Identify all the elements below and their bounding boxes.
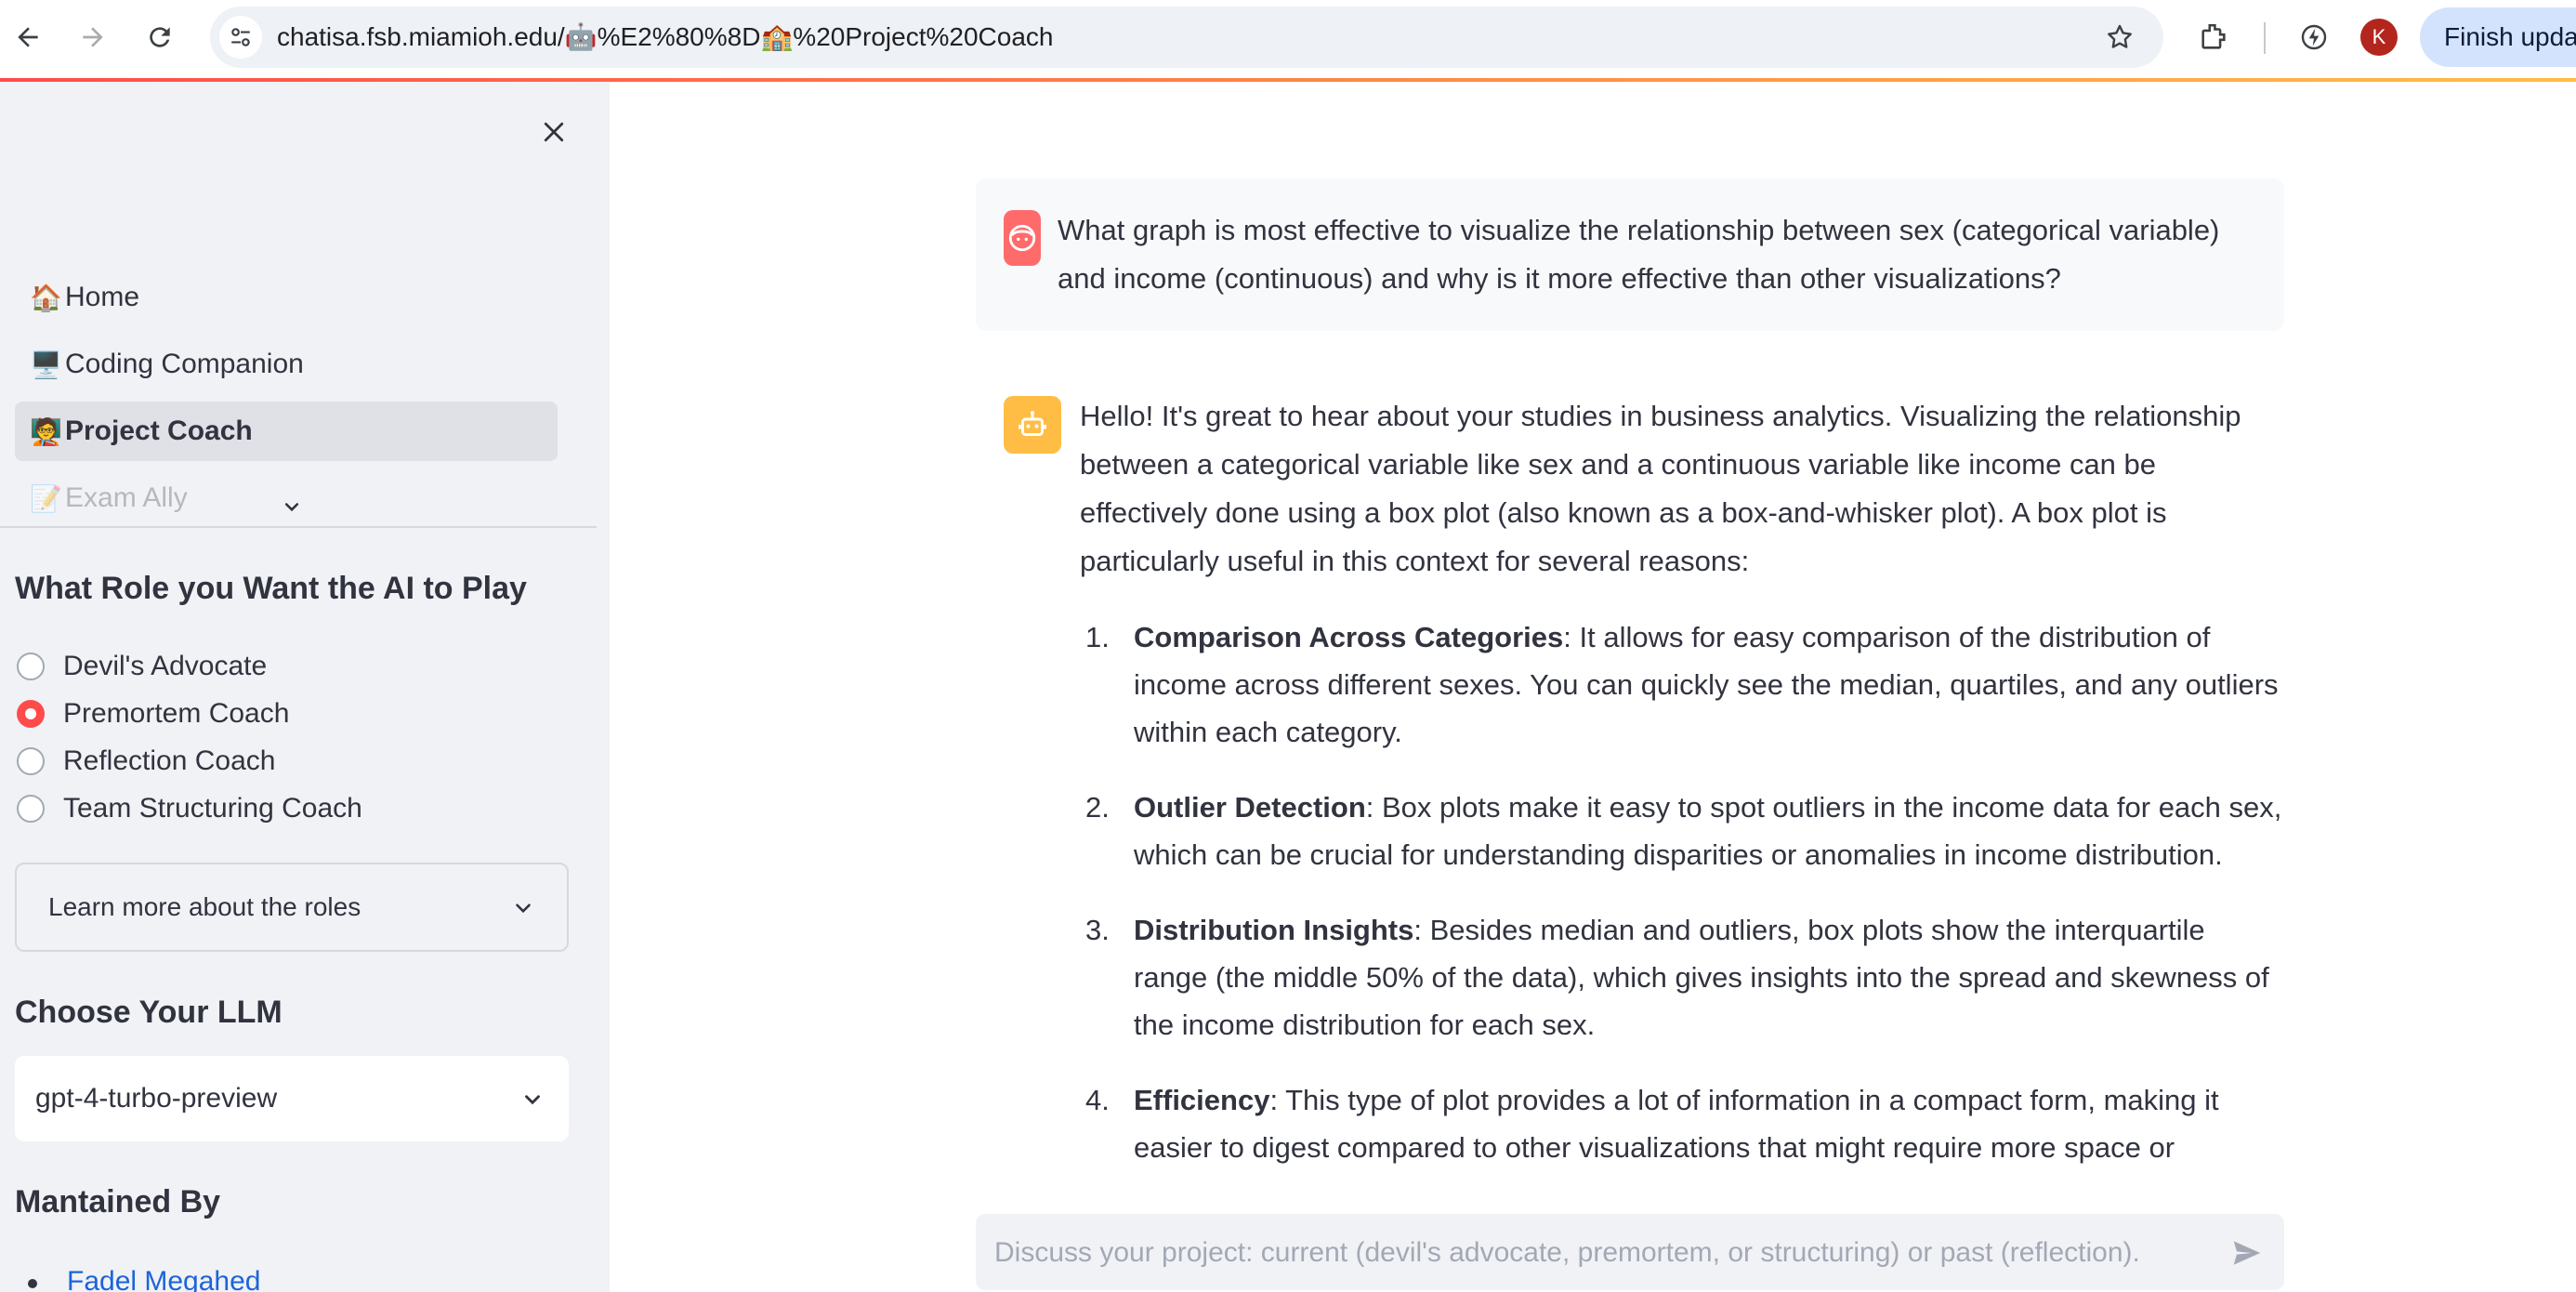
site-info-icon[interactable]	[219, 16, 262, 59]
radio-button[interactable]	[17, 795, 45, 823]
back-icon[interactable]	[2, 11, 54, 63]
computer-icon: 🖥️	[30, 349, 62, 379]
radio-button[interactable]	[17, 747, 45, 775]
chevron-down-icon	[511, 896, 535, 920]
list-number: 2.	[1085, 791, 1110, 824]
chat-input-box[interactable]	[976, 1214, 2284, 1292]
sidebar-item-label: Exam Ally	[65, 482, 188, 513]
address-bar[interactable]: chatisa.fsb.miamioh.edu/🤖%E2%80%8D🏫%20Pr…	[210, 7, 2163, 68]
sidebar-item-label: Project Coach	[65, 415, 253, 446]
expander-label: Learn more about the roles	[48, 892, 361, 921]
maintained-heading: Mantained By	[15, 1184, 221, 1219]
performance-icon[interactable]	[2290, 13, 2338, 61]
chat-input[interactable]	[992, 1214, 2204, 1292]
user-message-text: What graph is most effective to visualiz…	[1058, 214, 2220, 295]
radio-reflection-coach[interactable]: Reflection Coach	[17, 740, 275, 783]
sidebar-item-home[interactable]: 🏠 Home	[15, 268, 558, 327]
sidebar: 🏠 Home 🖥️ Coding Companion 🧑‍🏫 Project C…	[0, 82, 610, 1292]
radio-label: Premortem Coach	[63, 698, 290, 729]
role-heading: What Role you Want the AI to Play	[15, 571, 527, 606]
teacher-icon: 🧑‍🏫	[30, 416, 62, 446]
toolbar-divider	[2264, 22, 2266, 54]
chevron-down-icon	[520, 1088, 545, 1112]
list-number: 4.	[1085, 1084, 1110, 1116]
llm-heading: Choose Your LLM	[15, 995, 283, 1030]
sidebar-item-label: Coding Companion	[65, 349, 304, 379]
sidebar-divider	[0, 526, 597, 528]
radio-label: Devil's Advocate	[63, 651, 268, 681]
radio-devils-advocate[interactable]: Devil's Advocate	[17, 645, 267, 688]
url-text[interactable]: chatisa.fsb.miamioh.edu/🤖%E2%80%8D🏫%20Pr…	[277, 7, 1053, 68]
memo-icon: 📝	[30, 483, 62, 513]
home-icon: 🏠	[30, 283, 62, 312]
send-icon[interactable]	[2227, 1233, 2267, 1273]
expand-nav-chevron-icon[interactable]	[279, 494, 305, 521]
close-sidebar-icon[interactable]	[532, 110, 576, 154]
chat-main: What graph is most effective to visualiz…	[610, 82, 2576, 1292]
point-title: Efficiency	[1134, 1084, 1270, 1116]
user-avatar-icon	[1004, 210, 1041, 266]
point-title: Distribution Insights	[1134, 914, 1414, 946]
profile-avatar[interactable]: K	[2360, 19, 2398, 56]
reload-icon[interactable]	[134, 11, 186, 63]
radio-label: Reflection Coach	[63, 745, 276, 776]
radio-label: Team Structuring Coach	[63, 793, 362, 824]
extensions-icon[interactable]	[2189, 13, 2238, 61]
bookmark-star-icon[interactable]	[2098, 16, 2141, 59]
radio-premortem-coach[interactable]: Premortem Coach	[17, 692, 289, 735]
assistant-message-text: Hello! It's great to hear about your stu…	[1080, 400, 2241, 577]
finish-update-button[interactable]: Finish upda	[2420, 7, 2576, 67]
point-title: Comparison Across Categories	[1134, 621, 1564, 653]
radio-button[interactable]	[17, 653, 45, 680]
llm-selected-value: gpt-4-turbo-preview	[35, 1083, 278, 1114]
roles-expander[interactable]: Learn more about the roles	[15, 863, 569, 952]
sidebar-item-coding-companion[interactable]: 🖥️ Coding Companion	[15, 335, 558, 394]
browser-toolbar: chatisa.fsb.miamioh.edu/🤖%E2%80%8D🏫%20Pr…	[0, 0, 2576, 78]
sidebar-item-project-coach[interactable]: 🧑‍🏫 Project Coach	[15, 402, 558, 461]
radio-button-selected[interactable]	[17, 700, 45, 728]
point-title: Outlier Detection	[1134, 791, 1366, 824]
list-number: 3.	[1085, 914, 1110, 946]
list-bullet	[28, 1279, 37, 1288]
sidebar-item-label: Home	[65, 282, 140, 312]
maintainer-link[interactable]: Fadel Megahed	[67, 1266, 260, 1292]
assistant-bot-icon	[1004, 396, 1061, 454]
list-number: 1.	[1085, 621, 1110, 653]
llm-select[interactable]: gpt-4-turbo-preview	[15, 1056, 569, 1141]
radio-team-structuring-coach[interactable]: Team Structuring Coach	[17, 787, 362, 830]
forward-icon[interactable]	[67, 11, 119, 63]
